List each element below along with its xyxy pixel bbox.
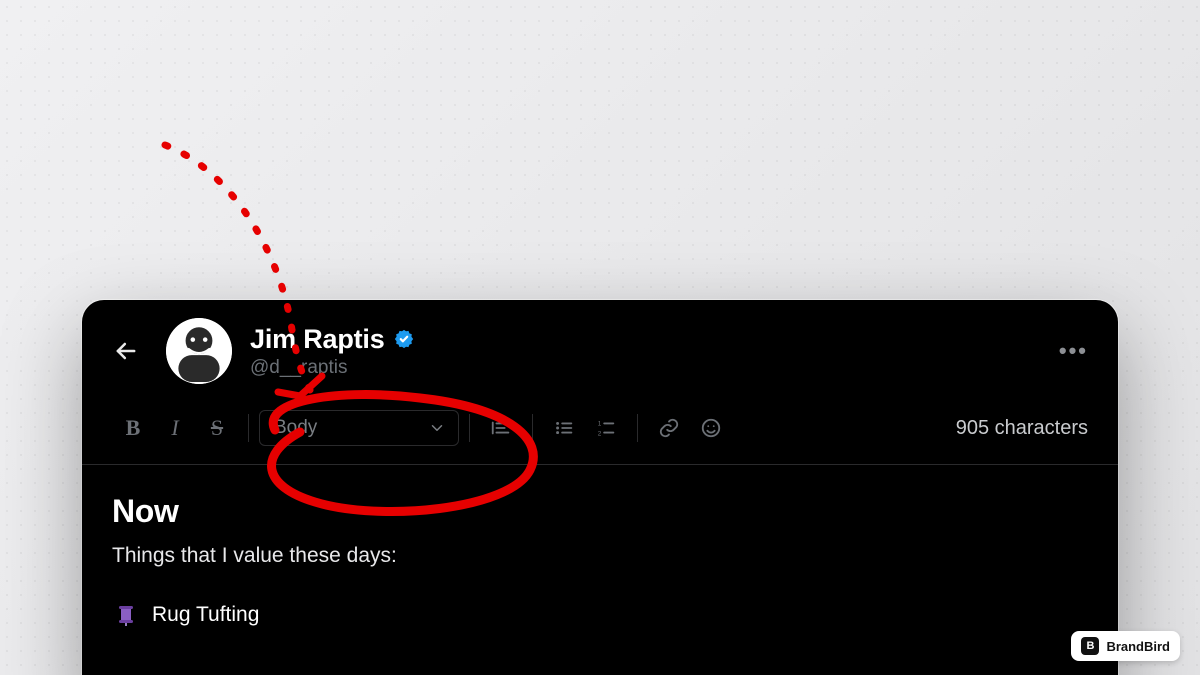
align-left-button[interactable] [480,410,522,446]
content-item-1: Rug Tufting [112,602,1088,628]
content-heading: Now [112,493,1088,530]
user-handle: @d__raptis [250,357,415,379]
svg-text:2: 2 [598,430,602,437]
link-button[interactable] [648,410,690,446]
toolbar-separator [637,414,638,442]
thread-emoji-icon [112,602,140,628]
content-line-1: Things that I value these days: [112,544,1088,568]
editor-content[interactable]: Now Things that I value these days: Rug … [82,465,1118,628]
chevron-down-icon [428,419,446,437]
more-menu-button[interactable]: ••• [1059,338,1088,364]
text-style-select-value: Body [274,417,317,439]
bullet-list-button[interactable] [543,410,585,446]
strikethrough-button[interactable]: S [196,410,238,446]
brandbird-watermark[interactable]: B BrandBird [1071,631,1180,661]
brandbird-label: BrandBird [1106,639,1170,654]
brandbird-logo-icon: B [1081,637,1099,655]
avatar[interactable] [166,318,232,384]
bold-button[interactable]: B [112,410,154,446]
toolbar-separator [248,414,249,442]
back-arrow-icon[interactable] [112,337,140,365]
emoji-button[interactable] [690,410,732,446]
numbered-list-button[interactable]: 12 [585,410,627,446]
text-style-select[interactable]: Body [259,410,459,446]
editor-toolbar: B I S Body 12 905 characters [82,392,1118,465]
verified-badge-icon [393,328,415,350]
display-name: Jim Raptis [250,324,385,355]
toolbar-separator [532,414,533,442]
content-item-1-text: Rug Tufting [152,603,259,627]
editor-window: Jim Raptis @d__raptis ••• B I S Body [82,300,1118,675]
name-block: Jim Raptis @d__raptis [250,324,415,379]
toolbar-separator [469,414,470,442]
italic-button[interactable]: I [154,410,196,446]
svg-text:1: 1 [598,420,602,427]
character-count: 905 characters [956,417,1088,440]
post-header: Jim Raptis @d__raptis ••• [82,300,1118,392]
